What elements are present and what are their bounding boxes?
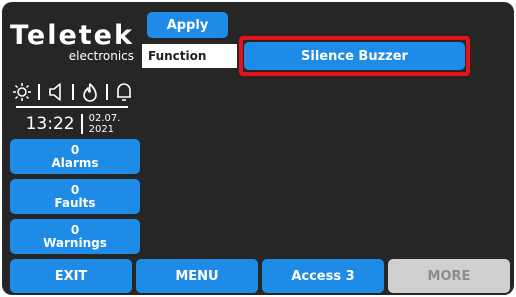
bell-icon [113,81,135,103]
separator [106,84,108,100]
brand-sub: electronics [68,49,134,63]
date-day-month: 02.07. [88,113,121,124]
brand-name: Teletek [10,20,134,51]
faults-button[interactable]: 0 Faults [10,179,140,214]
alarms-button[interactable]: 0 Alarms [10,139,140,174]
date-year: 2021 [88,124,115,135]
teletek-logo: Teletek electronics [8,20,136,63]
apply-button[interactable]: Apply [147,12,228,38]
status-icons [10,81,136,103]
silence-buzzer-button[interactable]: Silence Buzzer [244,42,465,70]
warnings-count: 0 [70,222,80,237]
exit-button[interactable]: EXIT [10,259,132,293]
speaker-icon [45,81,67,103]
more-button[interactable]: MORE [388,259,510,293]
separator [72,84,74,100]
faults-label: Faults [54,195,96,210]
alarms-count: 0 [70,142,80,157]
clock-time: 13:22 [25,114,75,134]
clock: 13:22 02.07. 2021 [10,110,136,138]
warnings-button[interactable]: 0 Warnings [10,219,140,254]
flame-icon [79,81,101,103]
alarms-label: Alarms [51,155,99,170]
access-level-button[interactable]: Access 3 [262,259,384,293]
faults-count: 0 [70,182,80,197]
sun-icon [11,81,33,103]
menu-button[interactable]: MENU [136,259,258,293]
separator [80,114,83,134]
warnings-label: Warnings [43,235,107,250]
panel-screen: Teletek electronics 13:22 02.07. 2021 0 … [2,2,514,295]
clock-date: 02.07. 2021 [89,113,121,135]
separator [38,84,40,100]
function-label: Function [142,44,237,68]
divider [16,106,128,108]
